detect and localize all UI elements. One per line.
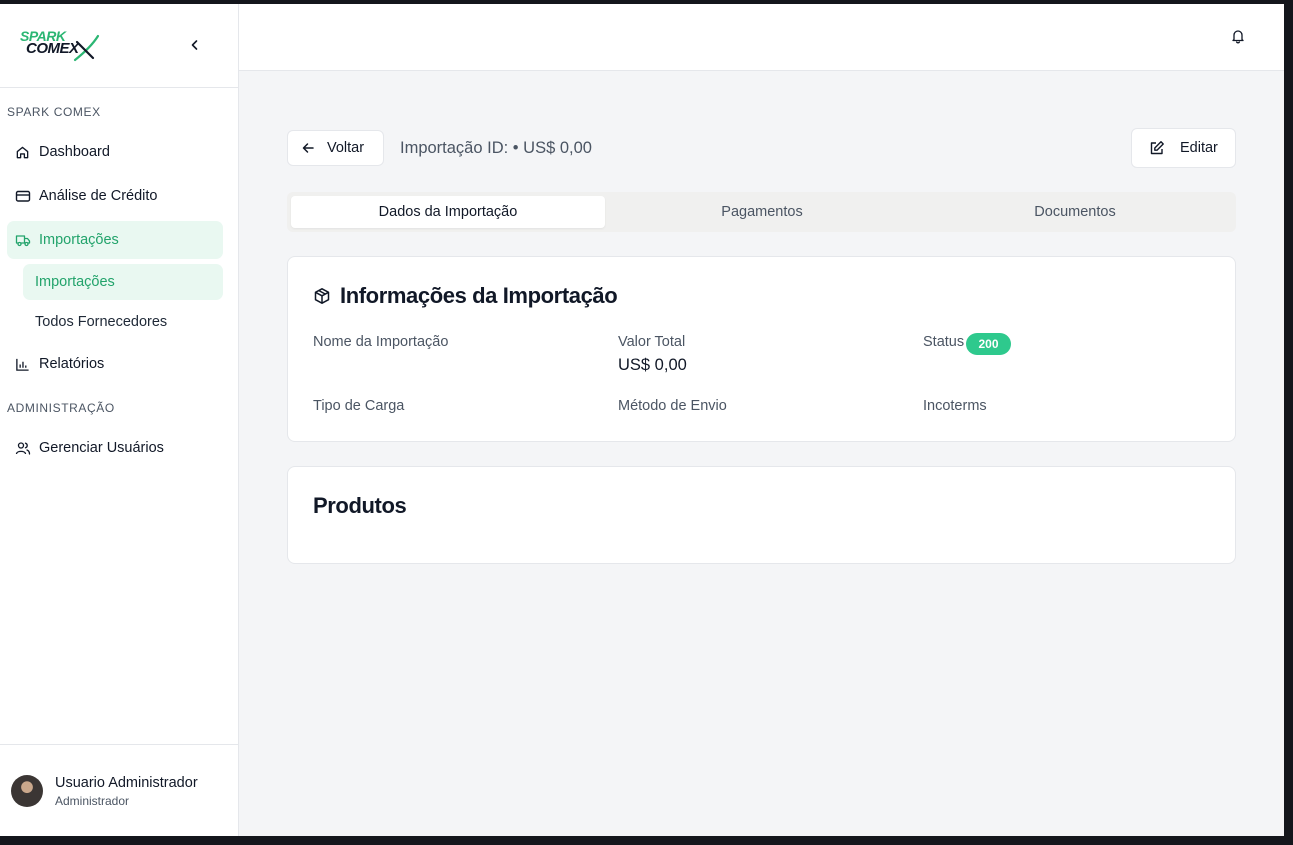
card-title: Informações da Importação — [313, 283, 618, 309]
shipping-method-label: Método de Envio — [618, 398, 727, 414]
sidebar-subitem-imports[interactable]: Importações — [23, 264, 223, 300]
import-name-label: Nome da Importação — [313, 334, 449, 350]
tab-import-data[interactable]: Dados da Importação — [291, 196, 605, 228]
users-icon — [15, 440, 31, 456]
notifications-button[interactable] — [1230, 28, 1248, 46]
sidebar-subitem-all-suppliers[interactable]: Todos Fornecedores — [23, 304, 223, 340]
back-button-label: Voltar — [327, 140, 365, 156]
card-title-text: Informações da Importação — [340, 283, 618, 308]
tab-documents[interactable]: Documentos — [918, 196, 1232, 228]
sidebar-item-label: Gerenciar Usuários — [39, 440, 164, 456]
status-badge: 200 — [966, 333, 1011, 355]
tab-payments[interactable]: Pagamentos — [605, 196, 919, 228]
total-value-label: Valor Total — [618, 334, 686, 350]
tab-list: Dados da Importação Pagamentos Documento… — [287, 192, 1236, 232]
back-button[interactable]: Voltar — [287, 130, 384, 166]
arrow-left-icon — [301, 140, 317, 156]
top-bar — [239, 4, 1284, 71]
sidebar-item-imports[interactable]: Importações — [7, 221, 223, 259]
sidebar-item-dashboard[interactable]: Dashboard — [7, 133, 223, 171]
sidebar-item-credit-analysis[interactable]: Análise de Crédito — [7, 177, 223, 215]
sidebar: SPARK COMEX SPARK COMEX Dashboard Anális… — [0, 4, 239, 836]
import-info-card: Informações da Importação Nome da Import… — [287, 256, 1236, 442]
section-label-admin: ADMINISTRAÇÃO — [7, 401, 115, 415]
sidebar-item-reports[interactable]: Relatórios — [7, 345, 223, 383]
sidebar-item-manage-users[interactable]: Gerenciar Usuários — [7, 429, 223, 467]
sidebar-header: SPARK COMEX — [0, 4, 238, 88]
chevron-left-icon — [191, 40, 198, 50]
package-icon — [313, 287, 331, 305]
user-profile[interactable]: Usuario Administrador Administrador — [0, 744, 239, 836]
sidebar-item-label: Importações — [39, 232, 119, 248]
products-title: Produtos — [313, 493, 407, 518]
cargo-type-label: Tipo de Carga — [313, 398, 405, 414]
products-card: Produtos — [287, 466, 1236, 564]
bar-chart-icon — [15, 356, 31, 372]
edit-button-label: Editar — [1180, 140, 1218, 156]
app-window: SPARK COMEX SPARK COMEX Dashboard Anális… — [0, 4, 1284, 836]
spark-comex-logo[interactable]: SPARK COMEX — [19, 26, 101, 62]
edit-button[interactable]: Editar — [1131, 128, 1236, 168]
logo-swoosh-icon — [73, 34, 100, 62]
incoterms-label: Incoterms — [923, 398, 987, 414]
credit-card-icon — [15, 188, 31, 204]
status-label: Status — [923, 334, 965, 350]
sidebar-item-label: Dashboard — [39, 144, 110, 160]
user-name: Usuario Administrador — [55, 775, 198, 791]
edit-icon — [1149, 140, 1166, 157]
sidebar-subitem-label: Todos Fornecedores — [35, 314, 168, 330]
user-role: Administrador — [55, 794, 130, 808]
total-value: US$ 0,00 — [618, 356, 687, 374]
truck-icon — [15, 232, 31, 248]
sidebar-subitem-label: Importações — [35, 274, 115, 290]
avatar — [11, 775, 43, 807]
home-icon — [15, 144, 31, 160]
collapse-sidebar-button[interactable] — [186, 36, 204, 54]
section-label-main: SPARK COMEX — [7, 105, 101, 119]
bell-icon — [1232, 30, 1244, 44]
sidebar-item-label: Análise de Crédito — [39, 188, 158, 204]
page-title: Importação ID: • US$ 0,00 — [400, 139, 592, 157]
sidebar-item-label: Relatórios — [39, 356, 105, 372]
